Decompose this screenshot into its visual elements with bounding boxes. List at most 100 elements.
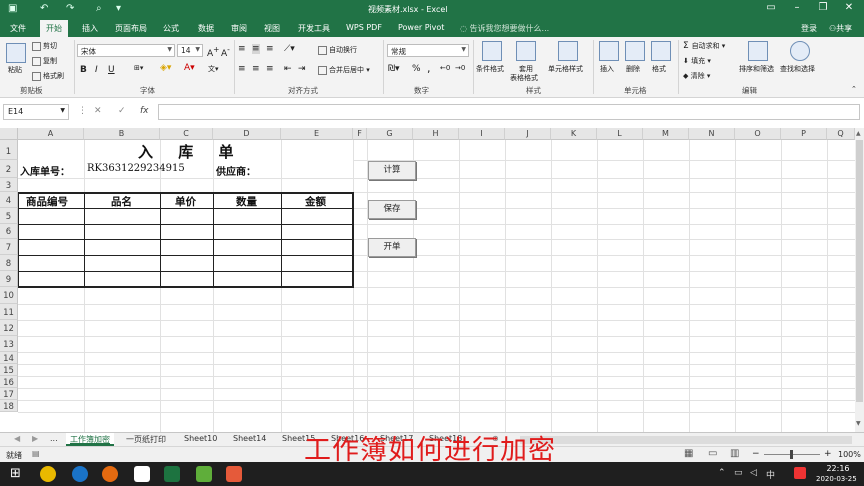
tab-page-layout[interactable]: 页面布局 <box>115 23 147 34</box>
decrease-decimal-icon[interactable]: →0 <box>455 64 465 72</box>
order-no-value[interactable]: RK3631229234915 <box>87 163 185 174</box>
fill-button[interactable]: ⬇ 填充 ▾ <box>683 56 711 66</box>
select-all-corner[interactable] <box>0 128 18 140</box>
align-center-icon[interactable]: ≡ <box>252 64 260 74</box>
worksheet-grid[interactable]: A B C D E F G H I J K L M N O P Q 1 2 3 … <box>0 128 855 432</box>
row-header[interactable]: 2 <box>0 160 18 178</box>
fill-color-icon[interactable]: ◈▾ <box>160 63 171 73</box>
paste-button[interactable]: 粘贴 <box>8 65 22 75</box>
clock-date[interactable]: 2020-03-25 <box>816 475 857 483</box>
sort-filter-button[interactable]: 排序和筛选 <box>739 64 774 74</box>
tab-view[interactable]: 视图 <box>264 23 280 34</box>
wrap-text-button[interactable]: 自动换行 <box>318 45 357 55</box>
bold-button[interactable]: B <box>80 65 87 75</box>
tab-more[interactable]: ... <box>46 433 62 446</box>
tab-data[interactable]: 数据 <box>198 23 214 34</box>
collapse-ribbon-icon[interactable]: ⌃ <box>851 85 857 93</box>
col-header[interactable]: C <box>160 128 213 140</box>
sheet-tab[interactable]: 一页纸打印 <box>122 433 170 446</box>
row-header[interactable]: 15 <box>0 364 18 376</box>
ime-icon[interactable]: 中 <box>766 468 775 481</box>
row-header[interactable]: 5 <box>0 208 18 224</box>
vertical-scrollbar[interactable]: ▲ ▼ <box>855 128 864 432</box>
cell-styles-icon[interactable] <box>558 41 578 61</box>
close-button[interactable]: ✕ <box>838 2 860 18</box>
volume-icon[interactable]: ◁ <box>750 468 757 478</box>
comma-button[interactable]: , <box>427 62 431 75</box>
percent-button[interactable]: % <box>412 64 421 74</box>
signin-link[interactable]: 登录 <box>801 23 817 34</box>
col-header[interactable]: O <box>735 128 781 140</box>
row-header[interactable]: 17 <box>0 388 18 400</box>
col-header[interactable]: Q <box>827 128 855 140</box>
cancel-icon[interactable]: ✕ <box>94 106 102 116</box>
redo-icon[interactable]: ↷ <box>66 3 74 14</box>
tray-chevron-icon[interactable]: ⌃ <box>718 468 726 478</box>
minimize-button[interactable]: – <box>786 2 808 18</box>
new-order-button[interactable]: 开单 <box>368 238 416 257</box>
horizontal-scrollbar[interactable] <box>520 436 852 444</box>
conditional-format-icon[interactable] <box>482 41 502 61</box>
align-middle-icon[interactable]: ≡ <box>252 44 260 54</box>
customize-qa-icon[interactable]: ▾ <box>116 3 121 14</box>
row-header[interactable]: 16 <box>0 376 18 388</box>
tab-insert[interactable]: 插入 <box>82 23 98 34</box>
tab-review[interactable]: 审阅 <box>231 23 247 34</box>
zoom-slider-thumb[interactable] <box>790 450 793 459</box>
col-header[interactable]: N <box>689 128 735 140</box>
format-painter-button[interactable]: 格式刷 <box>32 71 64 81</box>
tab-scroll-right-icon[interactable]: ▶ <box>28 433 42 446</box>
document-icon[interactable] <box>134 466 150 482</box>
tab-home[interactable]: 开始 <box>40 20 68 37</box>
sheet-tab[interactable]: Sheet10 <box>180 433 221 446</box>
ribbon-options-icon[interactable]: ▭ <box>760 2 782 18</box>
currency-icon[interactable]: ₪▾ <box>388 64 400 74</box>
format-as-table-label-2[interactable]: 表格格式 <box>510 73 538 83</box>
camtasia-icon[interactable] <box>196 466 212 482</box>
tab-wps-pdf[interactable]: WPS PDF <box>346 23 382 32</box>
tell-me-search[interactable]: ◌ 告诉我您想要做什么... <box>460 23 549 34</box>
align-right-icon[interactable]: ≡ <box>266 64 274 74</box>
clock-time[interactable]: 22:16 <box>820 464 856 473</box>
col-header[interactable]: D <box>213 128 281 140</box>
clear-button[interactable]: ◆ 清除 ▾ <box>683 71 710 81</box>
recorder-icon[interactable] <box>226 466 242 482</box>
row-header[interactable]: 12 <box>0 320 18 336</box>
underline-button[interactable]: U <box>108 65 115 75</box>
col-header[interactable]: A <box>18 128 84 140</box>
tab-scroll-left-icon[interactable]: ◀ <box>10 433 24 446</box>
sort-filter-icon[interactable] <box>748 41 768 61</box>
normal-view-icon[interactable]: ▦ <box>684 448 693 459</box>
row-header[interactable]: 8 <box>0 255 18 271</box>
col-header[interactable]: P <box>781 128 827 140</box>
row-header[interactable]: 11 <box>0 304 18 320</box>
font-size-select[interactable]: 14 ▼ <box>177 44 203 57</box>
col-header[interactable]: H <box>413 128 459 140</box>
autosum-button[interactable]: Σ 自动求和 ▾ <box>683 41 725 51</box>
align-left-icon[interactable]: ≡ <box>238 64 246 74</box>
save-icon[interactable]: ▣ <box>8 3 17 14</box>
row-header[interactable]: 18 <box>0 400 18 412</box>
paste-icon[interactable] <box>6 43 26 63</box>
insert-function-icon[interactable]: fx <box>140 106 149 116</box>
share-button[interactable]: ⚇共享 <box>829 23 852 34</box>
delete-cells-button[interactable]: 删除 <box>626 64 640 74</box>
merge-center-button[interactable]: 合并后居中 ▾ <box>318 65 370 75</box>
chrome-icon[interactable] <box>40 466 56 482</box>
copy-button[interactable]: 复制 <box>32 56 57 66</box>
row-header[interactable]: 14 <box>0 352 18 364</box>
grow-font-icon[interactable]: A+ <box>207 45 219 59</box>
decrease-indent-icon[interactable]: ⇤ <box>284 64 292 74</box>
excel-icon[interactable] <box>164 466 180 482</box>
tab-file[interactable]: 文件 <box>10 23 26 34</box>
edge-icon[interactable] <box>72 466 88 482</box>
page-layout-icon[interactable]: ▭ <box>708 448 717 459</box>
row-header[interactable]: 10 <box>0 287 18 304</box>
col-header[interactable]: L <box>597 128 643 140</box>
delete-cells-icon[interactable] <box>625 41 645 61</box>
shrink-font-icon[interactable]: A- <box>221 45 230 59</box>
col-header[interactable]: J <box>505 128 551 140</box>
firefox-icon[interactable] <box>102 466 118 482</box>
row-header[interactable]: 1 <box>0 140 18 160</box>
confirm-icon[interactable]: ✓ <box>118 106 126 116</box>
